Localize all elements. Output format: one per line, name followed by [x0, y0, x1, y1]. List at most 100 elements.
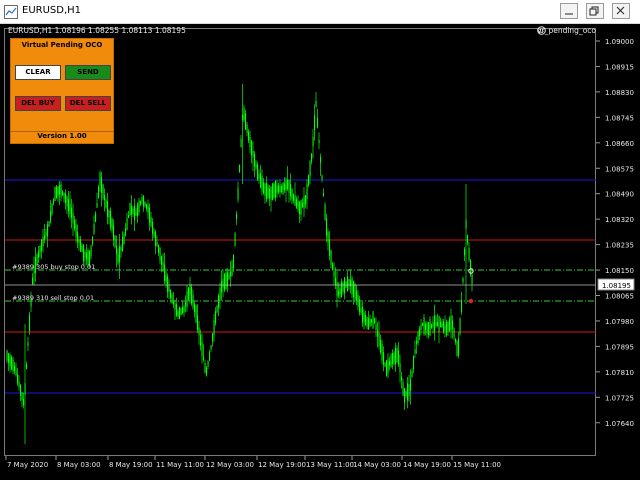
candle-body	[393, 352, 395, 363]
candle-body	[206, 367, 208, 376]
candle-body	[32, 277, 34, 285]
candle-body	[425, 323, 427, 331]
candle-body	[122, 236, 124, 252]
candle-body	[419, 328, 421, 337]
candle-body	[137, 204, 139, 217]
time-tick-label: 13 May 11:00	[306, 461, 354, 469]
price-tick-label: 1.08235	[605, 242, 634, 250]
candle-body	[129, 203, 131, 215]
price-tick-label: 1.08065	[605, 293, 634, 301]
candle-body	[356, 290, 358, 301]
smiley-icon	[537, 26, 546, 35]
restore-button[interactable]	[586, 3, 604, 19]
candle-body	[224, 273, 226, 291]
candle-body	[471, 274, 473, 284]
candle-body	[98, 186, 100, 198]
buy-stop-order-label: #9389 305 buy stop 0.01	[12, 263, 96, 271]
candle-body	[132, 208, 134, 215]
candle-body	[17, 374, 19, 384]
candle-body	[410, 379, 412, 391]
candle-body	[245, 113, 247, 130]
candle-body	[353, 280, 355, 298]
candle-body	[287, 179, 289, 190]
del-buy-button[interactable]: DEL BUY	[15, 96, 61, 111]
minimize-button[interactable]	[560, 3, 578, 19]
price-tick-label: 1.08830	[605, 89, 634, 97]
clear-button[interactable]: CLEAR	[15, 65, 61, 80]
candle-body	[183, 305, 185, 313]
time-tick-label: 14 May 19:00	[403, 461, 451, 469]
symbol-info: EURUSD,H1 1.08196 1.08255 1.08113 1.0819…	[8, 26, 186, 35]
candle-body	[96, 202, 98, 208]
candle-body	[180, 307, 182, 316]
candle-body	[83, 244, 85, 261]
candle-body	[77, 231, 79, 242]
close-button[interactable]	[612, 3, 630, 19]
candle-body	[452, 320, 454, 329]
price-chart[interactable]: 1.09000 1.08915 1.08830 1.08745 1.08660 1.085…	[0, 24, 640, 480]
candle-body	[48, 221, 50, 227]
candle-body	[170, 290, 172, 298]
candle-body	[12, 359, 14, 372]
candle-body	[275, 181, 277, 198]
candle-body	[377, 330, 379, 337]
candle-body	[371, 319, 373, 323]
candle-body	[113, 225, 115, 241]
candle-body	[467, 235, 469, 243]
candle-body	[59, 184, 61, 195]
candle-body	[65, 193, 67, 203]
send-button[interactable]: SEND	[65, 65, 111, 80]
candle-body	[324, 204, 326, 221]
candle-body	[75, 224, 77, 237]
candle-body	[260, 173, 262, 188]
time-tick-label: 14 May 03:00	[353, 461, 401, 469]
candle-body	[8, 353, 10, 363]
time-tick-label: 12 May 03:00	[206, 461, 254, 469]
candle-body	[264, 183, 266, 197]
candle-body	[381, 344, 383, 361]
window-title: EURUSD,H1	[22, 5, 82, 16]
candle-body	[198, 327, 200, 336]
candle-body	[434, 315, 436, 333]
candle-body	[176, 304, 178, 317]
candle-body	[233, 254, 235, 269]
del-sell-button[interactable]: DEL SELL	[65, 96, 111, 111]
candle-body	[297, 200, 299, 211]
candle-body	[312, 136, 314, 147]
candle-body	[399, 363, 401, 373]
candle-body	[462, 278, 464, 283]
candle-body	[90, 246, 92, 257]
candle-body	[384, 362, 386, 367]
price-tick-label: 1.08490	[605, 191, 634, 199]
candle-body	[173, 301, 175, 305]
candle-body	[347, 276, 349, 291]
candle-body	[200, 334, 202, 346]
candle-body	[314, 115, 316, 131]
candle-body	[267, 186, 269, 199]
price-tick-label: 1.08915	[605, 63, 634, 71]
candle-body	[279, 185, 281, 193]
candle-body	[207, 361, 209, 367]
candle-body	[447, 321, 449, 332]
candle-body	[168, 286, 170, 292]
candle-body	[431, 324, 433, 328]
candle-body	[182, 307, 184, 314]
window-titlebar[interactable]: EURUSD,H1	[0, 0, 640, 24]
candle-body	[134, 205, 136, 221]
candle-body	[147, 205, 149, 213]
price-tick-label: 1.07725	[605, 394, 634, 402]
candle-body	[21, 392, 23, 401]
candle-body	[366, 317, 368, 328]
candle-body	[465, 219, 467, 229]
candle-body	[128, 214, 130, 219]
candle-body	[78, 239, 80, 244]
candle-body	[150, 216, 152, 227]
candle-body	[318, 139, 320, 144]
candle-body	[117, 254, 119, 264]
candle-body	[69, 204, 71, 214]
candle-body	[222, 278, 224, 288]
candle-body	[365, 314, 367, 325]
candle-body	[342, 282, 344, 292]
candle-body	[426, 322, 428, 334]
candle-body	[383, 352, 385, 365]
